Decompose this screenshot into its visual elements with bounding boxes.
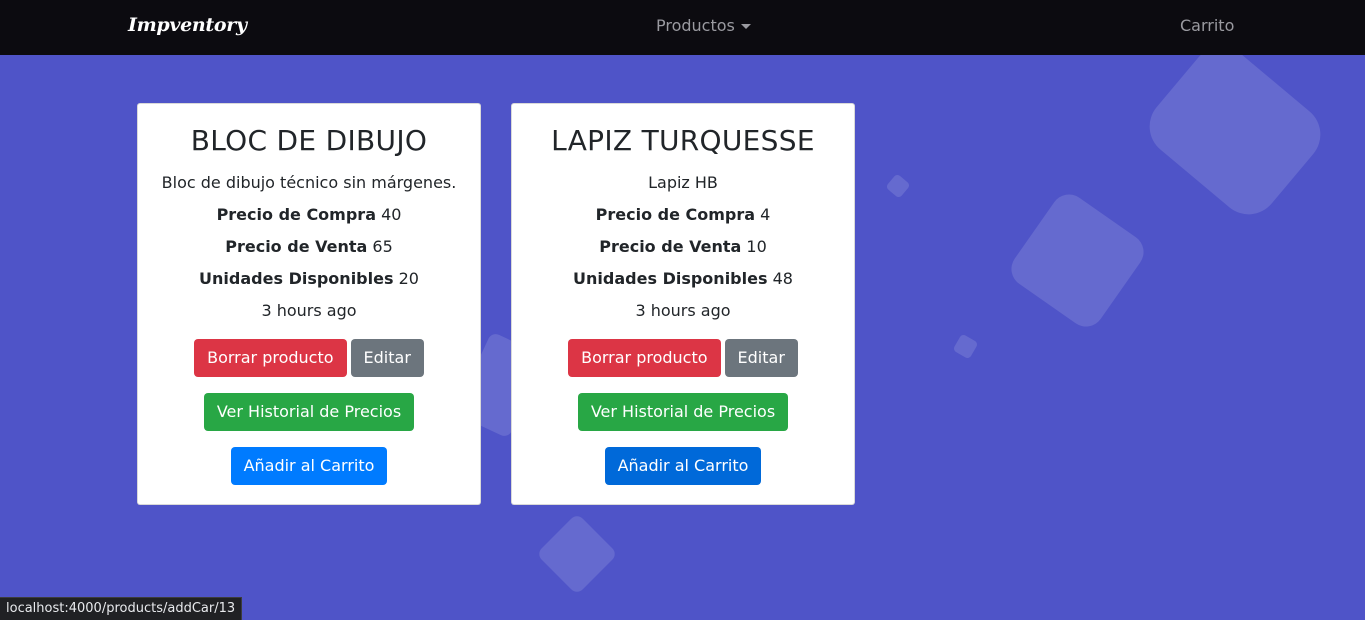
history-action: Ver Historial de Precios	[138, 393, 480, 431]
units-value: 20	[398, 269, 419, 288]
products-dropdown[interactable]: Productos	[656, 16, 751, 35]
cart-action: Añadir al Carrito	[138, 447, 480, 485]
card-actions: Borrar producto Editar	[138, 339, 480, 377]
buy-price-row: Precio de Compra 4	[512, 205, 854, 224]
background-shape	[1004, 187, 1151, 334]
sell-price-row: Precio de Venta 10	[512, 237, 854, 256]
units-row: Unidades Disponibles 48	[512, 269, 854, 288]
units-row: Unidades Disponibles 20	[138, 269, 480, 288]
timestamp: 3 hours ago	[261, 301, 357, 320]
units-label: Unidades Disponibles	[199, 269, 394, 288]
edit-product-button[interactable]: Editar	[724, 339, 798, 377]
cart-action: Añadir al Carrito	[512, 447, 854, 485]
background-shape	[952, 333, 979, 360]
sell-price-value: 10	[746, 237, 767, 256]
sell-price-label: Precio de Venta	[599, 237, 742, 256]
buy-price-value: 40	[381, 205, 402, 224]
chevron-down-icon	[740, 24, 751, 29]
product-description: Lapiz HB	[648, 173, 718, 192]
brand-logo[interactable]: Impventory	[128, 14, 247, 36]
buy-price-row: Precio de Compra 40	[138, 205, 480, 224]
status-bar-url: localhost:4000/products/addCar/13	[0, 597, 243, 620]
card-actions: Borrar producto Editar	[512, 339, 854, 377]
sell-price-row: Precio de Venta 65	[138, 237, 480, 256]
edit-product-button[interactable]: Editar	[350, 339, 424, 377]
units-value: 48	[772, 269, 793, 288]
timestamp: 3 hours ago	[635, 301, 731, 320]
units-label: Unidades Disponibles	[573, 269, 768, 288]
products-dropdown-label: Productos	[656, 16, 735, 35]
delete-product-button[interactable]: Borrar producto	[568, 339, 721, 377]
background-shape	[885, 173, 911, 199]
product-card: BLOC DE DIBUJO Bloc de dibujo técnico si…	[137, 103, 481, 505]
price-history-button[interactable]: Ver Historial de Precios	[203, 393, 415, 431]
price-history-button[interactable]: Ver Historial de Precios	[577, 393, 789, 431]
product-card: LAPIZ TURQUESSE Lapiz HB Precio de Compr…	[511, 103, 855, 505]
navbar: Impventory Productos Carrito	[0, 0, 1365, 55]
background-shape	[535, 512, 619, 596]
sell-price-value: 65	[372, 237, 393, 256]
delete-product-button[interactable]: Borrar producto	[194, 339, 347, 377]
add-to-cart-button[interactable]: Añadir al Carrito	[604, 447, 762, 485]
cart-link[interactable]: Carrito	[1180, 16, 1234, 35]
add-to-cart-button[interactable]: Añadir al Carrito	[230, 447, 388, 485]
product-description: Bloc de dibujo técnico sin márgenes.	[161, 173, 457, 192]
sell-price-label: Precio de Venta	[225, 237, 368, 256]
buy-price-value: 4	[760, 205, 771, 224]
background-shape	[1137, 34, 1333, 227]
history-action: Ver Historial de Precios	[512, 393, 854, 431]
product-name: BLOC DE DIBUJO	[190, 124, 428, 157]
buy-price-label: Precio de Compra	[595, 205, 756, 224]
buy-price-label: Precio de Compra	[216, 205, 376, 224]
product-name: LAPIZ TURQUESSE	[551, 124, 815, 157]
